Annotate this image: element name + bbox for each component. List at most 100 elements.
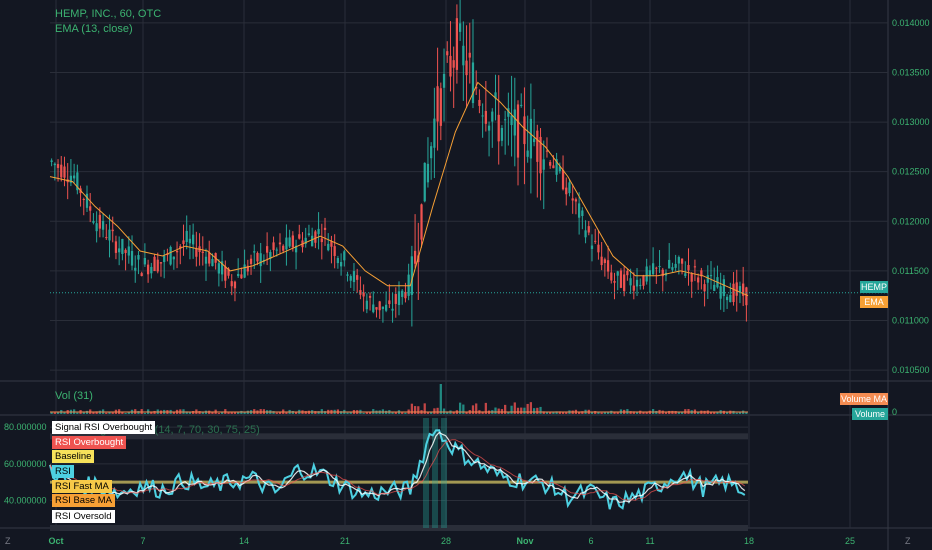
volume-bar — [417, 406, 420, 414]
volume-bar — [413, 406, 417, 414]
candle-body — [497, 114, 500, 142]
signal-overbought-tag: Signal RSI Overbought — [52, 421, 156, 434]
ema-line — [49, 81, 888, 297]
volume-bar — [494, 407, 497, 414]
candle-body — [452, 60, 455, 68]
candle-body — [655, 267, 658, 269]
candle-body — [153, 256, 156, 272]
volume-bar — [510, 405, 513, 414]
ema-legend[interactable]: EMA (13, close) — [55, 23, 133, 35]
volume-bar — [613, 412, 616, 414]
candle-body — [520, 104, 523, 106]
candle-body — [536, 130, 539, 162]
candle-body — [265, 246, 269, 253]
candle-body — [368, 295, 372, 298]
candle-body — [722, 279, 726, 297]
symbol-title[interactable]: HEMP, INC., 60, OTC — [55, 8, 161, 20]
candle-body — [394, 294, 397, 304]
time-tick-label: Nov — [516, 536, 533, 546]
candle-body — [504, 119, 507, 121]
volume-bar — [603, 412, 606, 414]
candle-body — [433, 118, 436, 148]
candle-body — [697, 277, 700, 283]
price-tick-label: 0.014000 — [892, 18, 930, 28]
candle-body — [169, 246, 172, 265]
candle-body — [352, 271, 356, 283]
candle-body — [487, 125, 491, 131]
volume-bar — [516, 407, 520, 414]
candle-body — [687, 265, 690, 271]
candle-body — [118, 248, 121, 253]
candle-body — [89, 206, 92, 211]
candle-body — [172, 256, 175, 260]
candle-body — [108, 229, 111, 241]
volume-bar — [462, 404, 465, 414]
candle-body — [426, 163, 430, 183]
candle-body — [105, 237, 108, 239]
candle-body — [288, 237, 291, 247]
volume-bar — [220, 412, 224, 414]
candle-body — [282, 245, 285, 251]
candle-body — [578, 203, 581, 218]
volume-bar — [401, 412, 404, 414]
rsi-fast-ma-tag: RSI Fast MA — [52, 480, 112, 493]
candle-body — [439, 88, 442, 126]
candle-body — [82, 199, 85, 201]
candle-body — [237, 273, 240, 277]
corner-zoom-right[interactable]: Z — [905, 536, 911, 546]
candle-body — [584, 230, 587, 238]
candle-body — [571, 198, 574, 201]
candle-body — [442, 73, 446, 88]
time-tick-label: 21 — [340, 536, 350, 546]
time-tick-label: 7 — [140, 536, 145, 546]
candle-body — [327, 243, 330, 251]
volume-bar — [471, 405, 475, 414]
volume-bar — [108, 412, 111, 414]
price-tick-label: 0.013500 — [892, 67, 930, 77]
candle-body — [684, 273, 687, 276]
chart-canvas[interactable]: 0.014000 0.013500 0.013000 0.012500 0.012000… — [0, 0, 932, 550]
volume-bar — [520, 407, 523, 414]
candle-body — [713, 284, 716, 291]
candle-body — [420, 204, 423, 240]
volume-bar — [217, 412, 220, 414]
candle-body — [285, 237, 288, 250]
volume-bar — [504, 404, 507, 414]
current-price-tag: HEMP — [860, 281, 888, 293]
candle-body — [735, 282, 738, 296]
candle-body — [388, 300, 391, 305]
candle-body — [674, 263, 677, 268]
volume-bar — [725, 412, 729, 414]
volume-legend[interactable]: Vol (31) — [55, 390, 93, 402]
candle-body — [690, 273, 693, 282]
candle-body — [127, 246, 130, 256]
candle-body — [343, 251, 346, 261]
candle-body — [256, 252, 259, 262]
candle-body — [240, 274, 243, 279]
candle-body — [101, 220, 105, 230]
candle-body — [635, 279, 639, 287]
candle-body — [182, 240, 185, 244]
volume-bar — [674, 411, 677, 414]
corner-zoom-left[interactable]: Z — [5, 536, 11, 546]
candle-body — [378, 301, 381, 311]
volume-bar — [532, 408, 536, 414]
candle-body — [645, 266, 648, 282]
candle-body — [63, 166, 66, 178]
candle-body — [513, 109, 516, 136]
volume-bar — [365, 412, 368, 414]
rsi-overbought-tag: RSI Overbought — [52, 436, 127, 449]
volume-bar — [565, 412, 568, 414]
candle-body — [606, 260, 610, 272]
candle-body — [706, 275, 709, 283]
rsi-tick-label: 60.000000 — [4, 459, 47, 469]
candle-body — [195, 248, 198, 257]
time-tick-label: 11 — [645, 536, 654, 546]
candle-body — [356, 275, 359, 280]
candle-body — [623, 274, 626, 292]
candle-body — [365, 300, 368, 310]
candle-body — [532, 138, 536, 143]
candle-body — [668, 259, 671, 269]
candle-body — [693, 266, 697, 268]
volume-bar — [172, 412, 175, 414]
